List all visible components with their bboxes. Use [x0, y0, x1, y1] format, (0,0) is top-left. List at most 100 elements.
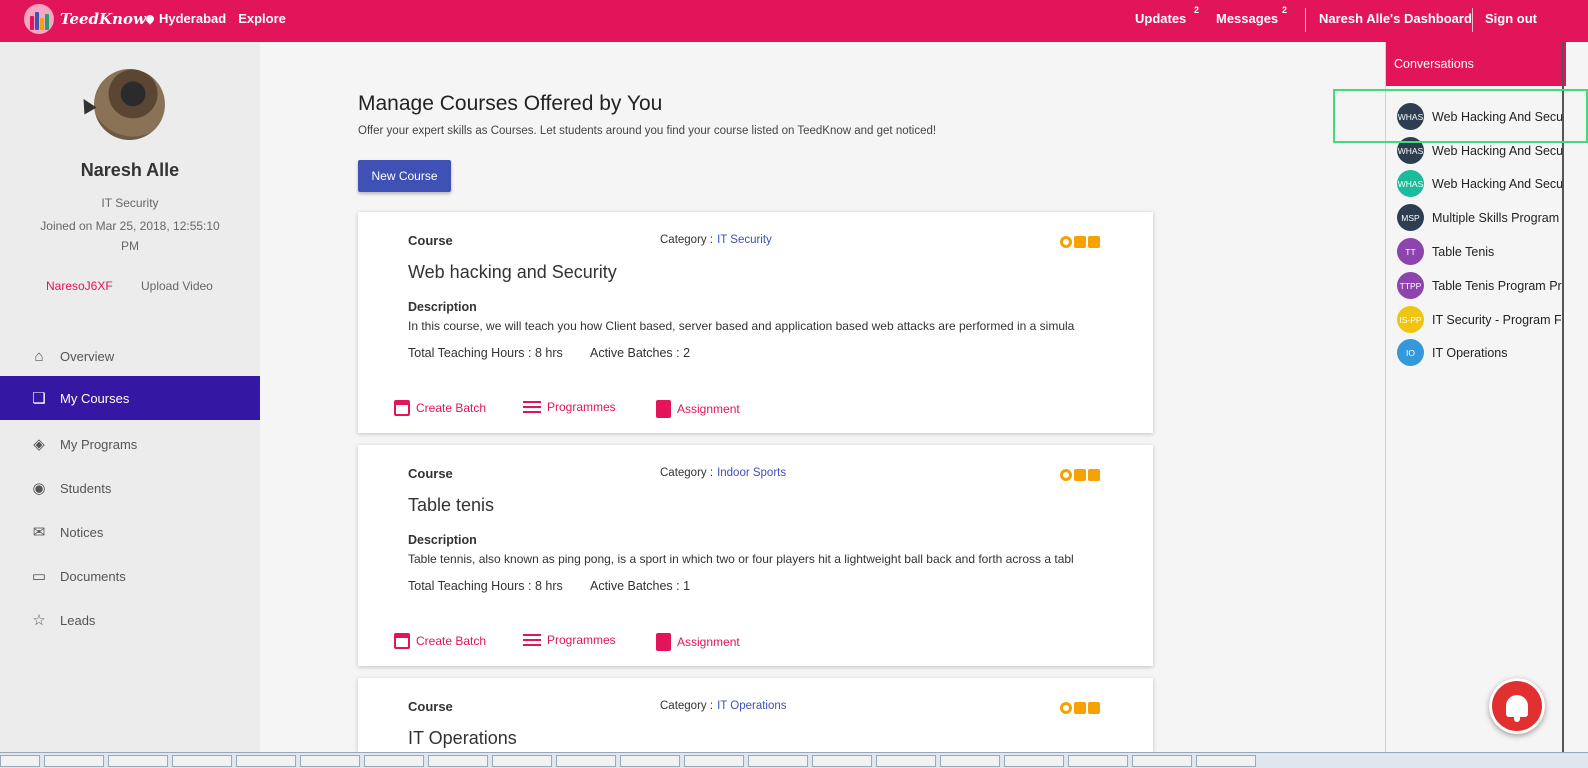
teaching-hours-label: Total Teaching Hours :	[408, 579, 535, 593]
user-icon: ◉	[32, 480, 46, 497]
course-actions-icons	[1060, 702, 1100, 714]
taskbar-item[interactable]	[44, 755, 104, 767]
settings-gear-icon[interactable]	[1060, 236, 1072, 248]
taskbar-item[interactable]	[0, 755, 40, 767]
course-card: Course Category : Indoor Sports Table ten…	[358, 445, 1153, 666]
active-batches-value: 1	[683, 579, 691, 593]
conversation-name: Web Hacking And Secu	[1432, 176, 1564, 191]
updates-label: Updates	[1135, 11, 1187, 26]
sidebar-item-my-courses[interactable]: ❏ My Courses	[0, 376, 260, 420]
settings-gear-icon[interactable]	[1060, 469, 1072, 481]
settings-gear-icon[interactable]	[1060, 702, 1072, 714]
create-batch-button[interactable]: Create Batch	[394, 633, 486, 649]
taskbar-item[interactable]	[876, 755, 936, 767]
conversation-item[interactable]: MSP Multiple Skills Program	[1397, 204, 1559, 231]
sidebar-item-students[interactable]: ◉ Students	[0, 466, 260, 510]
conversation-avatar: TT	[1397, 238, 1424, 265]
location-link[interactable]: Hyderabad	[144, 11, 226, 26]
taskbar-item[interactable]	[812, 755, 872, 767]
signout-link[interactable]: Sign out	[1485, 11, 1537, 26]
taskbar-item[interactable]	[1196, 755, 1256, 767]
taskbar-item[interactable]	[1004, 755, 1064, 767]
new-course-button[interactable]: New Course	[358, 160, 451, 192]
sidebar-item-leads[interactable]: ☆ Leads	[0, 598, 260, 642]
profile-role: IT Security	[101, 196, 159, 210]
taskbar-item[interactable]	[236, 755, 296, 767]
updates-link[interactable]: Updates 2	[1135, 5, 1199, 26]
sidebar-item-overview[interactable]: ⌂ Overview	[0, 334, 260, 378]
assignment-button[interactable]: Assignment	[656, 400, 740, 418]
sidebar-item-label: Notices	[60, 524, 104, 540]
programmes-button[interactable]: Programmes	[523, 400, 616, 414]
sidebar-item-documents[interactable]: ▭ Documents	[0, 554, 260, 598]
calendar-icon	[394, 633, 410, 649]
taskbar-item[interactable]	[172, 755, 232, 767]
check-clipboard-icon[interactable]	[1088, 702, 1100, 714]
taskbar-item[interactable]	[620, 755, 680, 767]
conversation-item[interactable]: IO IT Operations	[1397, 339, 1508, 366]
sidebar-item-notices[interactable]: ✉ Notices	[0, 510, 260, 554]
sidebar: Naresh Alle IT Security Joined on Mar 25…	[0, 42, 260, 752]
taskbar-item[interactable]	[1068, 755, 1128, 767]
conversation-item[interactable]: TTPP Table Tenis Program Pr	[1397, 272, 1562, 299]
taskbar-item[interactable]	[300, 755, 360, 767]
programmes-button[interactable]: Programmes	[523, 633, 616, 647]
create-batch-button[interactable]: Create Batch	[394, 400, 486, 416]
course-label: Course	[408, 466, 453, 481]
conversation-item[interactable]: WHAS Web Hacking And Secu	[1397, 170, 1563, 197]
taskbar-item[interactable]	[492, 755, 552, 767]
page-title: Manage Courses Offered by You	[358, 92, 663, 115]
conversation-name: Web Hacking And Secu	[1432, 143, 1564, 158]
page-subtitle: Offer your expert skills as Courses. Let…	[358, 125, 937, 137]
check-clipboard-icon[interactable]	[1088, 469, 1100, 481]
notification-bell-button[interactable]	[1489, 678, 1545, 734]
taskbar-item[interactable]	[428, 755, 488, 767]
conversations-panel: Conversations WHAS Web Hacking And Secu …	[1385, 42, 1588, 752]
explore-link[interactable]: Explore	[238, 11, 286, 26]
brand-name: TeedKnow	[60, 10, 146, 28]
edit-clipboard-icon[interactable]	[1074, 236, 1086, 248]
course-actions-icons	[1060, 236, 1100, 248]
nav-divider	[1305, 8, 1306, 32]
taskbar-item[interactable]	[748, 755, 808, 767]
course-label: Course	[408, 233, 453, 248]
dashboard-link[interactable]: Naresh Alle's Dashboard	[1319, 11, 1472, 26]
brand[interactable]: TeedKnow	[24, 4, 146, 34]
taskbar-item[interactable]	[364, 755, 424, 767]
brand-logo-icon	[24, 4, 54, 34]
conversations-header[interactable]: Conversations	[1386, 42, 1566, 86]
sidebar-item-my-programs[interactable]: ◈ My Programs	[0, 422, 260, 466]
taskbar-item[interactable]	[940, 755, 1000, 767]
taskbar-item[interactable]	[108, 755, 168, 767]
upload-video-link[interactable]: Upload Video	[141, 279, 213, 293]
category-link[interactable]: Indoor Sports	[717, 467, 786, 479]
taskbar-item[interactable]	[1132, 755, 1192, 767]
course-name: Table tenis	[408, 495, 495, 515]
course-name: Web hacking and Security	[408, 262, 617, 282]
avatar[interactable]	[94, 69, 165, 140]
edit-clipboard-icon[interactable]	[1074, 702, 1086, 714]
assignment-button[interactable]: Assignment	[656, 633, 740, 651]
messages-link[interactable]: Messages 2	[1216, 5, 1287, 26]
edit-clipboard-icon[interactable]	[1074, 469, 1086, 481]
sidebar-item-label: Documents	[60, 568, 126, 584]
teaching-hours: Total Teaching Hours : 8 hrs	[408, 346, 563, 360]
sidebar-item-label: Leads	[60, 612, 96, 628]
conversation-item[interactable]: IS-PP IT Security - Program F	[1397, 306, 1562, 333]
category-link[interactable]: IT Operations	[717, 700, 786, 712]
check-clipboard-icon[interactable]	[1088, 236, 1100, 248]
category-link[interactable]: IT Security	[717, 234, 772, 246]
course-category: Category : IT Operations	[660, 700, 787, 712]
profile-handle-link[interactable]: NaresoJ6XF	[46, 279, 113, 293]
book-icon: ❏	[32, 390, 46, 407]
layers-icon: ◈	[33, 436, 45, 453]
taskbar-item[interactable]	[684, 755, 744, 767]
taskbar-item[interactable]	[556, 755, 616, 767]
category-label: Category :	[660, 234, 714, 246]
location-pin-icon	[144, 13, 156, 25]
active-batches: Active Batches : 2	[590, 346, 690, 360]
course-label: Course	[408, 699, 453, 714]
conversation-item[interactable]: TT Table Tenis	[1397, 238, 1494, 265]
conversations-scrollbar[interactable]	[1562, 42, 1564, 752]
conversation-name: Multiple Skills Program	[1432, 210, 1560, 225]
